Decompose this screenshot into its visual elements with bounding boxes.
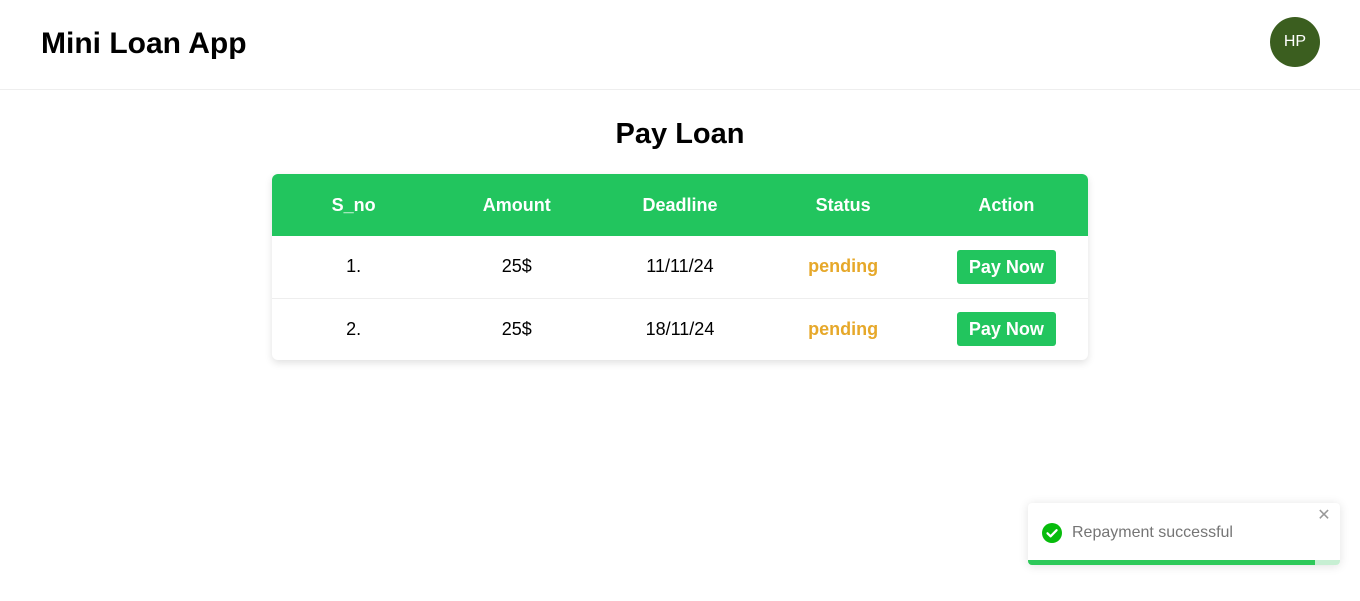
loan-table-body: 1. 25$ 11/11/24 pending Pay Now 2. 25$ 1… — [272, 236, 1088, 360]
cell-deadline: 11/11/24 — [646, 256, 714, 277]
table-row: 1. 25$ 11/11/24 pending Pay Now — [272, 236, 1088, 298]
cell-amount: 25$ — [501, 318, 532, 339]
app-title: Mini Loan App — [41, 27, 247, 60]
loan-table-header: S_no Amount Deadline Status Action — [272, 174, 1088, 236]
table-row: 2. 25$ 18/11/24 pending Pay Now — [272, 298, 1088, 360]
cell-action: Pay Now — [925, 298, 1088, 360]
loan-table: S_no Amount Deadline Status Action 1. 25… — [272, 174, 1088, 360]
column-header-status: Status — [815, 194, 871, 215]
toast-progress-bar — [1028, 560, 1340, 565]
cell-amount: 25$ — [501, 256, 532, 277]
pay-now-button[interactable]: Pay Now — [956, 312, 1056, 347]
cell-s-no: 1. — [346, 256, 362, 277]
pay-now-button[interactable]: Pay Now — [956, 249, 1056, 284]
cell-action: Pay Now — [925, 236, 1088, 298]
app-header: Mini Loan App HP — [0, 0, 1360, 90]
column-header-deadline: Deadline — [642, 194, 718, 215]
toast-message: Repayment successful — [1072, 524, 1233, 541]
column-header-amount: Amount — [482, 194, 551, 215]
check-circle-icon — [1042, 523, 1062, 543]
close-icon[interactable]: ✕ — [1317, 508, 1331, 524]
header-row: S_no Amount Deadline Status Action — [272, 174, 1088, 236]
toast-notification[interactable]: Repayment successful ✕ — [1028, 503, 1340, 565]
cell-status: pending — [808, 256, 879, 277]
column-header-action: Action — [978, 194, 1035, 215]
page-title: Pay Loan — [615, 118, 745, 150]
cell-status: pending — [808, 318, 879, 339]
user-avatar[interactable]: HP — [1270, 17, 1320, 67]
column-header-s-no: S_no — [331, 194, 376, 215]
cell-s-no: 2. — [346, 318, 362, 339]
toast-progress-fill — [1028, 560, 1316, 565]
cell-deadline: 18/11/24 — [645, 318, 715, 339]
loan-table-card: S_no Amount Deadline Status Action 1. 25… — [272, 174, 1088, 360]
